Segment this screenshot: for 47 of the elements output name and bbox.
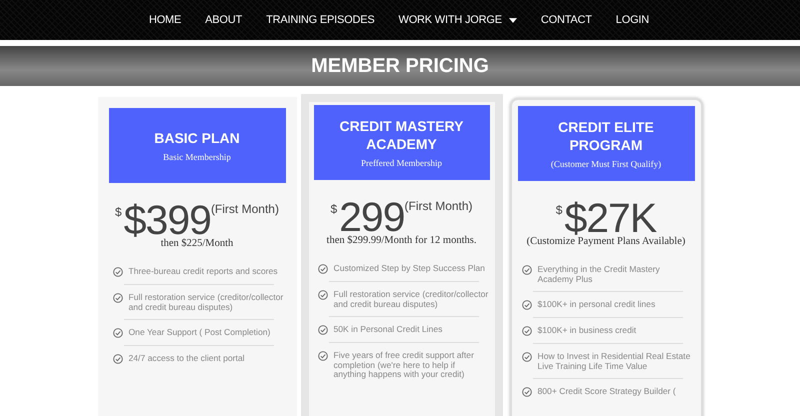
check-circle-icon [112,267,122,277]
nav-link[interactable]: CONTACT [540,14,592,26]
feature-text: Full restoration service (creditor/collector and credit bureau disputes) [334,290,490,309]
feature-text: Everything in the Credit Mastery Academy Plus [538,265,661,284]
check-circle-icon [112,328,122,338]
feature-text: 800+ Credit Score Strategy Builder ( [538,387,677,396]
check-circle-icon [318,325,328,335]
feature-text: $100K+ in business credit [538,326,638,336]
check-circle-icon [318,351,328,361]
price-terms: (Customize Payment Plans Available) [526,236,686,247]
nav-link[interactable]: ABOUT [205,14,242,26]
plan-subtitle: Preffered Membership [360,158,442,168]
feature-text: Full restoration service (creditor/collector and credit bureau disputes) [128,293,284,312]
check-circle-icon [522,352,532,362]
page-title: MEMBER PRICING [311,54,489,78]
check-circle-icon [522,300,532,310]
plan-title: CREDIT MASTERY ACADEMY [338,117,464,153]
currency-sign: $ [330,202,338,216]
check-circle-icon [112,354,122,364]
nav-link[interactable]: HOME [148,14,182,26]
plan-subtitle: (Customer Must First Qualify) [550,159,662,169]
check-circle-icon [112,293,122,303]
nav-link[interactable]: TRAINING EPISODES [266,14,375,26]
feature-text: How to Invest in Residential Real Estate Live Training Life Time Value [538,352,692,371]
feature-text: 24/7 access to the client portal [128,354,246,364]
price-note: (First Month) [210,202,279,216]
feature-text: One Year Support ( Post Completion) [128,328,272,338]
check-circle-icon [318,264,328,274]
nav-link[interactable]: LOGIN [616,14,650,26]
check-circle-icon [522,265,532,275]
plan-subtitle: Basic Membership [163,152,231,162]
plan-title: BASIC PLAN [153,129,241,147]
plan-title: CREDIT ELITE PROGRAM [557,118,655,154]
currency-sign: $ [556,203,562,217]
feature-text: $100K+ in personal credit lines [538,300,656,310]
check-circle-icon [522,387,532,397]
price-terms: then $299.99/Month for 12 months. [326,235,478,246]
feature-text: 50K in Personal Credit Lines [334,325,444,334]
feature-text: Three-bureau credit reports and scores [128,267,279,276]
price-note: (First Month) [404,199,473,213]
nav-link[interactable]: WORK WITH JORGE [398,14,517,26]
check-circle-icon [522,326,532,336]
feature-text: Customized Step by Step Success Plan [334,264,486,274]
currency-sign: $ [115,205,122,219]
check-circle-icon [318,290,328,300]
feature-text: Five years of free credit support after completion (we're here to help if anything happens with your credit) [334,351,475,380]
price-terms: then $225/Month [160,238,234,249]
